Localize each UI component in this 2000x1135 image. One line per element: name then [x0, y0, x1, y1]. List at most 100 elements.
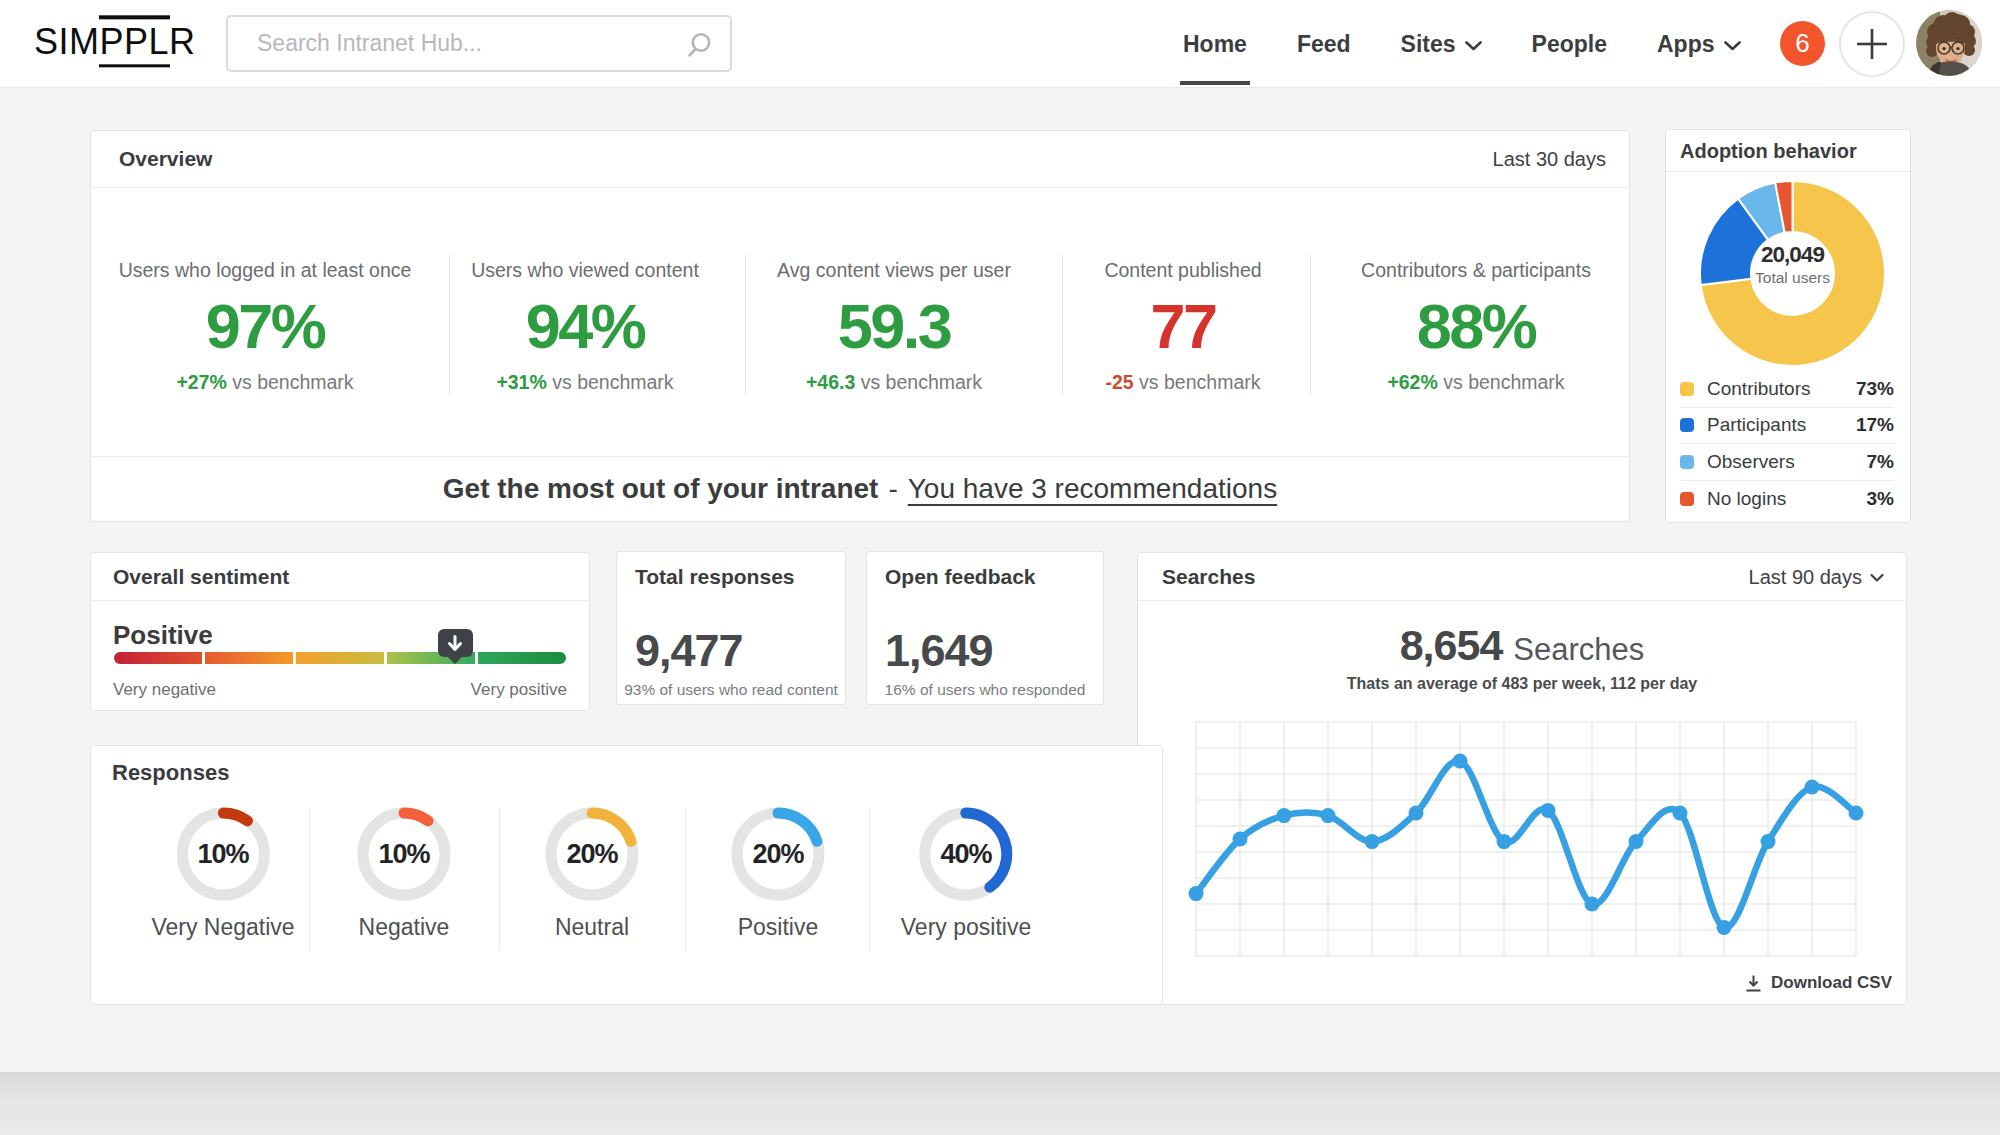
metric-divider [1062, 255, 1063, 395]
metric-benchmark: +46.3 vs benchmark [777, 371, 1011, 394]
logo-text-post: R [169, 21, 196, 62]
overview-metric: Users who viewed content94%+31% vs bench… [471, 259, 699, 394]
sentiment-bar-segment [296, 652, 384, 664]
page-bottom-strip [0, 1072, 2000, 1135]
nav-item-home[interactable]: Home [1183, 0, 1247, 88]
gauge-label: Very Negative [151, 914, 294, 941]
gauge-divider [499, 808, 500, 950]
open-feedback-caption: 16% of users who responded [867, 681, 1103, 699]
searches-card-header: Searches Last 90 days [1138, 553, 1906, 601]
adoption-donut-chart: 20,049 Total users [1699, 180, 1886, 367]
adoption-legend: Contributors 73% Participants 17% Observers 7… [1680, 371, 1894, 517]
response-gauge: 10% Very Negative [151, 806, 294, 941]
legend-value: 73% [1856, 378, 1894, 400]
searches-total: 8,654 Searches [1138, 621, 1906, 670]
searches-range-dropdown[interactable]: Last 90 days [1749, 565, 1884, 588]
sentiment-bar-segment [205, 652, 293, 664]
download-icon [1744, 974, 1763, 993]
sentiment-marker[interactable] [438, 629, 473, 657]
plus-icon [1855, 27, 1889, 61]
total-users-label: Total users [1699, 269, 1886, 287]
response-gauge: 20% Positive [730, 806, 826, 941]
download-csv-button[interactable]: Download CSV [1744, 973, 1892, 993]
simpplr-analytics-dashboard: SIMPPLR Home Feed Sites People Apps 6 [0, 0, 2000, 1135]
nav-label: Feed [1297, 31, 1351, 58]
gauge-value: 20% [544, 806, 640, 902]
search-icon[interactable] [685, 31, 713, 59]
gauge-value: 40% [918, 806, 1014, 902]
gauge-label: Positive [730, 914, 826, 941]
nav-item-feed[interactable]: Feed [1297, 0, 1351, 88]
total-users-value: 20,049 [1699, 242, 1886, 268]
avatar-photo [1916, 10, 1982, 76]
sentiment-min-label: Very negative [113, 680, 216, 700]
simpplr-logo[interactable]: SIMPPLR [34, 21, 196, 63]
download-csv-label: Download CSV [1771, 973, 1892, 993]
gauge-divider [309, 808, 310, 950]
legend-row: Contributors 73% [1680, 371, 1894, 408]
search-input[interactable] [228, 17, 730, 70]
nav-label: Home [1183, 31, 1247, 58]
open-feedback-card: Open feedback 1,649 16% of users who res… [866, 551, 1104, 705]
logo-text-mid: PPL [100, 21, 170, 63]
metric-label: Contributors & participants [1361, 259, 1591, 282]
legend-value: 17% [1856, 414, 1894, 436]
overview-card-header: Overview Last 30 days [91, 131, 1629, 188]
nav-item-apps[interactable]: Apps [1657, 0, 1741, 88]
nav-item-people[interactable]: People [1532, 0, 1607, 88]
sentiment-title: Overall sentiment [113, 565, 289, 589]
response-gauge: 40%Very positive [901, 806, 1031, 941]
legend-swatch [1680, 418, 1694, 432]
user-avatar[interactable] [1916, 10, 1982, 76]
nav-label: People [1532, 31, 1607, 58]
legend-label: Participants [1707, 414, 1806, 436]
metric-divider [1310, 255, 1311, 395]
primary-nav: Home Feed Sites People Apps [1183, 0, 1741, 88]
overview-metric: Users who logged in at least once97%+27%… [119, 259, 412, 394]
top-navigation-bar: SIMPPLR Home Feed Sites People Apps 6 [0, 0, 2000, 88]
legend-swatch [1680, 492, 1694, 506]
overview-title: Overview [119, 147, 212, 171]
notification-badge[interactable]: 6 [1780, 21, 1825, 66]
metric-label: Content published [1104, 259, 1261, 282]
searches-total-suffix: Searches [1513, 632, 1644, 668]
metric-value: 97% [119, 295, 412, 358]
metric-benchmark: +27% vs benchmark [119, 371, 412, 394]
legend-swatch [1680, 455, 1694, 469]
nav-label: Apps [1657, 31, 1715, 58]
sentiment-max-label: Very positive [471, 680, 567, 700]
recommendations-row: Get the most out of your intranet - You … [91, 456, 1629, 521]
total-responses-card: Total responses 9,477 93% of users who r… [616, 551, 846, 705]
nav-item-sites[interactable]: Sites [1401, 0, 1482, 88]
searches-line-chart [1196, 722, 1856, 956]
overview-date-range: Last 30 days [1493, 148, 1606, 171]
metric-value: 59.3 [777, 295, 1011, 358]
metric-value: 77 [1104, 295, 1261, 358]
sentiment-scale-bar [114, 652, 566, 664]
recommendations-link[interactable]: You have 3 recommendations [908, 473, 1277, 505]
metric-divider [449, 255, 450, 395]
metric-label: Users who viewed content [471, 259, 699, 282]
legend-label: Observers [1707, 451, 1795, 473]
adoption-behavior-card: Adoption behavior 20,049 Total users Con… [1665, 129, 1911, 523]
gauge-value: 10% [356, 806, 452, 902]
add-button[interactable] [1839, 11, 1905, 77]
legend-row: Participants 17% [1680, 408, 1894, 445]
nav-label: Sites [1401, 31, 1456, 58]
gauge-value: 20% [730, 806, 826, 902]
gauge-label: Negative [356, 914, 452, 941]
overview-card: Overview Last 30 days Users who logged i… [90, 130, 1630, 522]
response-gauge: 10% Negative [356, 806, 452, 941]
metric-value: 88% [1361, 295, 1591, 358]
overview-metric: Content published 77 -25 vs benchmark [1104, 259, 1261, 394]
legend-swatch [1680, 382, 1694, 396]
legend-value: 7% [1867, 451, 1894, 473]
search-box [226, 15, 732, 72]
responses-title: Responses [112, 760, 229, 786]
metric-benchmark: -25 vs benchmark [1104, 371, 1261, 394]
gauge-value: 10% [175, 806, 271, 902]
searches-subtitle: Thats an average of 483 per week, 112 pe… [1138, 675, 1906, 693]
open-feedback-title: Open feedback [885, 565, 1036, 589]
legend-label: Contributors [1707, 378, 1811, 400]
recommendation-separator: - [888, 473, 897, 505]
